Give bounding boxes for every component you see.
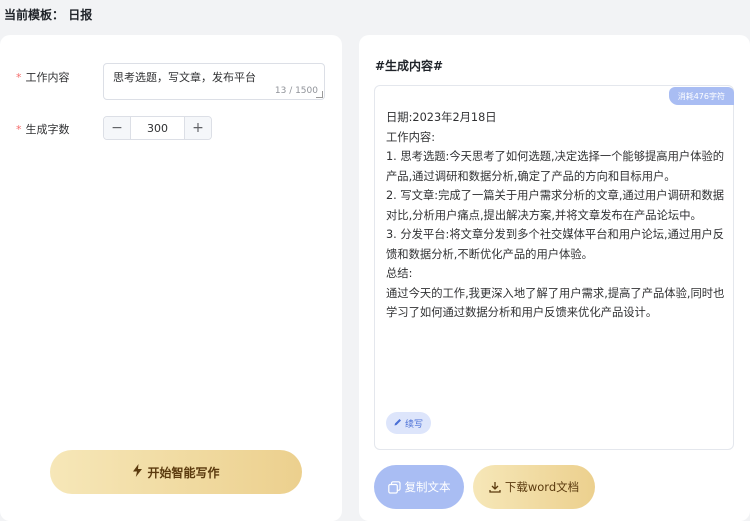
content-field-label: * 工作内容 [16,71,70,84]
content-line: 3. 分发平台:将文章分发到多个社交媒体平台和用户论坛,通过用户反馈和数据分析,… [386,228,725,261]
content-line: 工作内容: [386,130,435,144]
char-counter: 13 / 1500 [274,86,318,96]
generated-content-box: 消耗476字符 日期:2023年2月18日 工作内容: 1. 思考选题:今天思考… [374,85,734,450]
continue-writing-label: 续写 [405,419,424,430]
content-line: 总结: [386,267,413,280]
content-line: 2. 写文章:完成了一篇关于用户需求分析的文章,通过用户调研和数据对比,分析用户… [386,189,725,222]
lightning-icon [132,464,143,480]
content-line: 日期:2023年2月18日 [386,111,497,124]
start-writing-button[interactable]: 开始智能写作 [50,450,302,494]
content-line: 1. 思考选题:今天思考了如何选题,决定选择一个能够提高用户体验的产品,通过调研… [386,150,725,183]
generated-content-text: 日期:2023年2月18日 工作内容: 1. 思考选题:今天思考了如何选题,决定… [386,108,726,323]
words-field-label: * 生成字数 [16,123,70,136]
result-title: #生成内容# [375,59,444,73]
decrement-button[interactable]: − [104,117,131,139]
template-indicator: 当前模板： 日报 [4,6,92,23]
form-panel: * 工作内容 思考选题，写文章，发布平台 13 / 1500 * 生成字数 − 30… [0,35,342,521]
template-name: 日报 [68,8,93,22]
work-content-value: 思考选题，写文章，发布平台 [113,71,256,84]
copy-text-label: 复制文本 [404,480,451,494]
result-panel: #生成内容# 消耗476字符 日期:2023年2月18日 工作内容: 1. 思考… [359,35,750,521]
download-word-button[interactable]: 下载word文档 [473,465,595,509]
download-word-label: 下载word文档 [504,480,580,494]
copy-text-button[interactable]: 复制文本 [374,465,464,509]
template-label: 当前模板： [4,8,65,22]
word-count-input[interactable]: 300 [131,122,184,135]
content-line: 通过今天的工作,我更深入地了解了用户需求,提高了产品体验,同时也学习了如何通过数… [386,286,725,320]
resize-handle-icon[interactable] [316,91,323,98]
required-mark: * [16,71,22,84]
required-mark: * [16,123,22,136]
continue-writing-button[interactable]: 续写 [386,412,432,434]
usage-badge: 消耗476字符 [668,87,734,105]
work-content-textarea[interactable]: 思考选题，写文章，发布平台 13 / 1500 [103,63,325,100]
start-writing-label: 开始智能写作 [147,465,220,480]
increment-button[interactable]: + [184,117,211,139]
pen-icon [394,418,402,429]
download-icon [489,481,501,493]
word-count-stepper: − 300 + [103,116,212,140]
copy-icon [387,480,401,494]
